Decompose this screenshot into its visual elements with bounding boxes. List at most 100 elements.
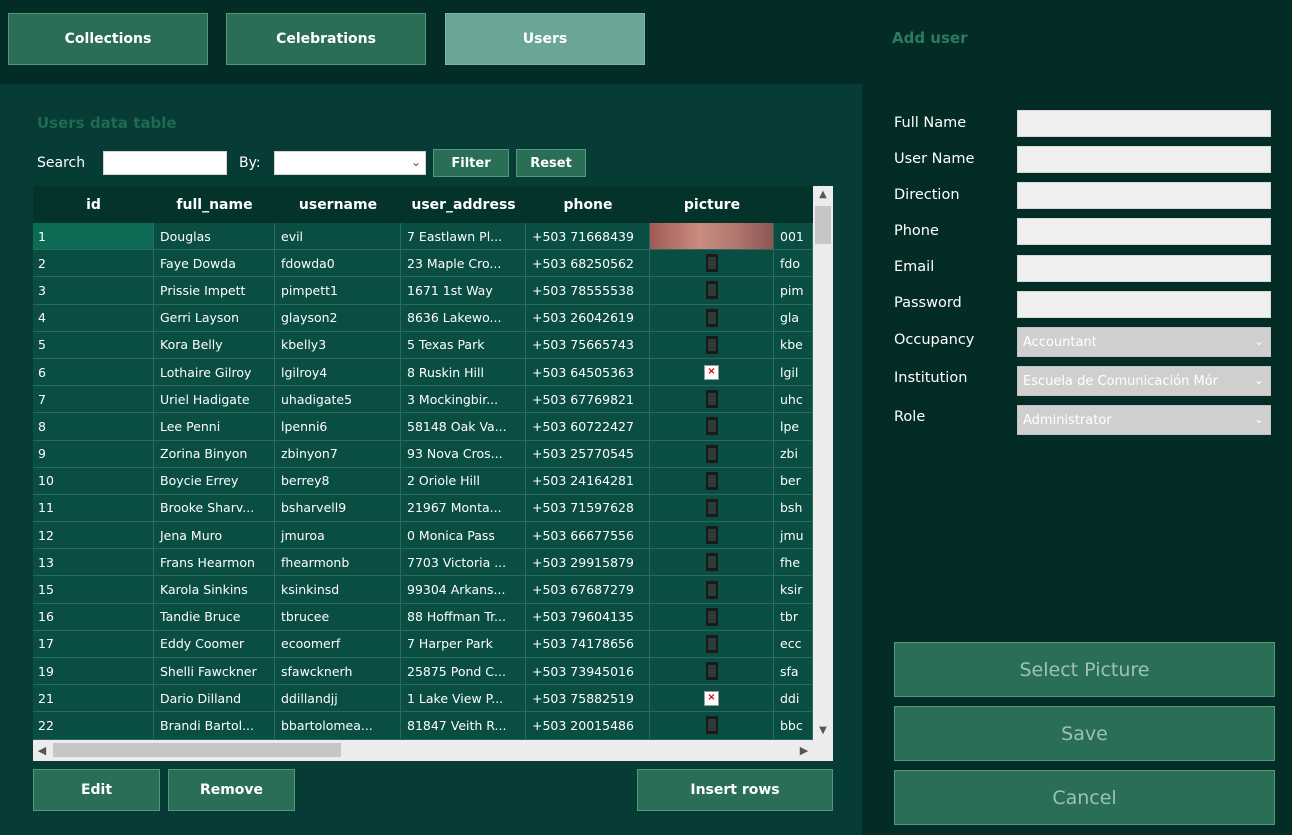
- cell-extra[interactable]: bsh: [774, 494, 813, 522]
- cell-full-name[interactable]: Jena Muro: [154, 522, 275, 549]
- cell-username[interactable]: glayson2: [275, 304, 401, 331]
- cell-extra[interactable]: uhc: [774, 386, 813, 413]
- cell-full-name[interactable]: Douglas: [154, 223, 275, 250]
- cell-id[interactable]: 3: [33, 277, 154, 304]
- table-row[interactable]: 6 Lothaire Gilroy lgilroy4 8 Ruskin Hill +50…: [33, 358, 813, 387]
- cell-picture[interactable]: [650, 277, 774, 304]
- cancel-button[interactable]: Cancel: [894, 770, 1275, 825]
- column-header-picture[interactable]: picture: [650, 186, 774, 223]
- table-row[interactable]: 1 Douglas evil 7 Eastlawn Pl... +503 7166843…: [33, 223, 813, 251]
- cell-extra[interactable]: fdo: [774, 250, 813, 277]
- cell-id[interactable]: 2: [33, 250, 154, 277]
- cell-full-name[interactable]: Tandie Bruce: [154, 603, 275, 630]
- column-header-full-name[interactable]: full_name: [154, 186, 275, 223]
- cell-extra[interactable]: 001: [774, 223, 813, 250]
- save-button[interactable]: Save: [894, 706, 1275, 761]
- cell-phone[interactable]: +503 25770545: [526, 440, 650, 467]
- cell-extra[interactable]: lgil: [774, 358, 813, 386]
- cell-username[interactable]: zbinyon7: [275, 440, 401, 467]
- cell-extra[interactable]: ddi: [774, 685, 813, 712]
- cell-picture[interactable]: [650, 467, 774, 494]
- cell-extra[interactable]: zbi: [774, 440, 813, 467]
- reset-button[interactable]: Reset: [516, 149, 586, 177]
- cell-picture[interactable]: [650, 576, 774, 603]
- table-row[interactable]: 13 Frans Hearmon fhearmonb 7703 Victoria ..…: [33, 549, 813, 577]
- cell-picture[interactable]: [650, 223, 774, 250]
- cell-picture[interactable]: [650, 712, 774, 739]
- cell-phone[interactable]: +503 73945016: [526, 658, 650, 685]
- cell-user-address[interactable]: 1 Lake View P...: [401, 685, 526, 712]
- cell-username[interactable]: pimpett1: [275, 277, 401, 304]
- cell-id[interactable]: 22: [33, 712, 154, 739]
- cell-user-address[interactable]: 99304 Arkans...: [401, 576, 526, 603]
- scroll-left-icon[interactable]: ◀: [33, 740, 51, 761]
- table-row[interactable]: 5 Kora Belly kbelly3 5 Texas Park +503 75665…: [33, 331, 813, 359]
- table-row[interactable]: 3 Prissie Impett pimpett1 1671 1st Way +503 …: [33, 277, 813, 305]
- table-row[interactable]: 19 Shelli Fawckner sfawcknerh 25875 Pond C.…: [33, 658, 813, 686]
- cell-id[interactable]: 19: [33, 658, 154, 685]
- cell-username[interactable]: ecoomerf: [275, 630, 401, 657]
- cell-picture[interactable]: [650, 549, 774, 576]
- cell-extra[interactable]: tbr: [774, 603, 813, 630]
- cell-picture[interactable]: [650, 413, 774, 440]
- cell-picture[interactable]: [650, 250, 774, 277]
- cell-picture[interactable]: [650, 304, 774, 331]
- cell-extra[interactable]: pim: [774, 277, 813, 304]
- table-row[interactable]: 2 Faye Dowda fdowda0 23 Maple Cro... +503 68…: [33, 250, 813, 278]
- direction-field[interactable]: [1017, 182, 1271, 209]
- cell-full-name[interactable]: Lothaire Gilroy: [154, 358, 275, 386]
- table-row[interactable]: 9 Zorina Binyon zbinyon7 93 Nova Cros... +50…: [33, 440, 813, 468]
- cell-full-name[interactable]: Frans Hearmon: [154, 549, 275, 576]
- table-row[interactable]: 15 Karola Sinkins ksinkinsd 99304 Arkans...…: [33, 576, 813, 604]
- cell-extra[interactable]: fhe: [774, 549, 813, 576]
- cell-phone[interactable]: +503 75665743: [526, 331, 650, 358]
- cell-picture[interactable]: [650, 603, 774, 630]
- cell-phone[interactable]: +503 75882519: [526, 685, 650, 712]
- cell-picture[interactable]: [650, 522, 774, 549]
- tab-users[interactable]: Users: [445, 13, 645, 65]
- cell-full-name[interactable]: Karola Sinkins: [154, 576, 275, 603]
- cell-id[interactable]: 6: [33, 358, 154, 386]
- scroll-up-icon[interactable]: ▲: [813, 186, 833, 204]
- cell-picture[interactable]: [650, 440, 774, 467]
- cell-user-address[interactable]: 93 Nova Cros...: [401, 440, 526, 467]
- select-picture-button[interactable]: Select Picture: [894, 642, 1275, 697]
- horizontal-scrollbar[interactable]: ◀ ▶: [33, 740, 833, 761]
- cell-picture[interactable]: [650, 658, 774, 685]
- table-row[interactable]: 11 Brooke Sharv... bsharvell9 21967 Monta..…: [33, 494, 813, 523]
- cell-extra[interactable]: lpe: [774, 413, 813, 440]
- cell-phone[interactable]: +503 68250562: [526, 250, 650, 277]
- cell-username[interactable]: lpenni6: [275, 413, 401, 440]
- cell-username[interactable]: ddillandjj: [275, 685, 401, 712]
- remove-button[interactable]: Remove: [168, 769, 295, 811]
- cell-extra[interactable]: ecc: [774, 630, 813, 657]
- edit-button[interactable]: Edit: [33, 769, 160, 811]
- cell-full-name[interactable]: Eddy Coomer: [154, 630, 275, 657]
- column-header-phone[interactable]: phone: [526, 186, 650, 223]
- cell-user-address[interactable]: 2 Oriole Hill: [401, 467, 526, 494]
- cell-user-address[interactable]: 8636 Lakewo...: [401, 304, 526, 331]
- cell-extra[interactable]: jmu: [774, 522, 813, 549]
- column-header-username[interactable]: username: [275, 186, 401, 223]
- cell-phone[interactable]: +503 67769821: [526, 386, 650, 413]
- vertical-scrollbar[interactable]: ▲ ▼: [813, 186, 833, 740]
- cell-username[interactable]: bsharvell9: [275, 494, 401, 522]
- cell-full-name[interactable]: Uriel Hadigate: [154, 386, 275, 413]
- filter-button[interactable]: Filter: [433, 149, 509, 177]
- cell-full-name[interactable]: Gerri Layson: [154, 304, 275, 331]
- cell-username[interactable]: sfawcknerh: [275, 658, 401, 685]
- email-field[interactable]: [1017, 255, 1271, 282]
- cell-id[interactable]: 17: [33, 630, 154, 657]
- cell-username[interactable]: kbelly3: [275, 331, 401, 358]
- phone-field[interactable]: [1017, 218, 1271, 245]
- table-row[interactable]: 21 Dario Dilland ddillandjj 1 Lake View P..…: [33, 685, 813, 713]
- cell-phone[interactable]: +503 79604135: [526, 603, 650, 630]
- table-row[interactable]: 22 Brandi Bartol... bbartolomea... 81847 Ve…: [33, 712, 813, 740]
- cell-phone[interactable]: +503 26042619: [526, 304, 650, 331]
- user-name-field[interactable]: [1017, 146, 1271, 173]
- cell-user-address[interactable]: 21967 Monta...: [401, 494, 526, 522]
- cell-user-address[interactable]: 25875 Pond C...: [401, 658, 526, 685]
- column-header-user-address[interactable]: user_address: [401, 186, 526, 223]
- table-row[interactable]: 7 Uriel Hadigate uhadigate5 3 Mockingbir...…: [33, 386, 813, 414]
- cell-full-name[interactable]: Lee Penni: [154, 413, 275, 440]
